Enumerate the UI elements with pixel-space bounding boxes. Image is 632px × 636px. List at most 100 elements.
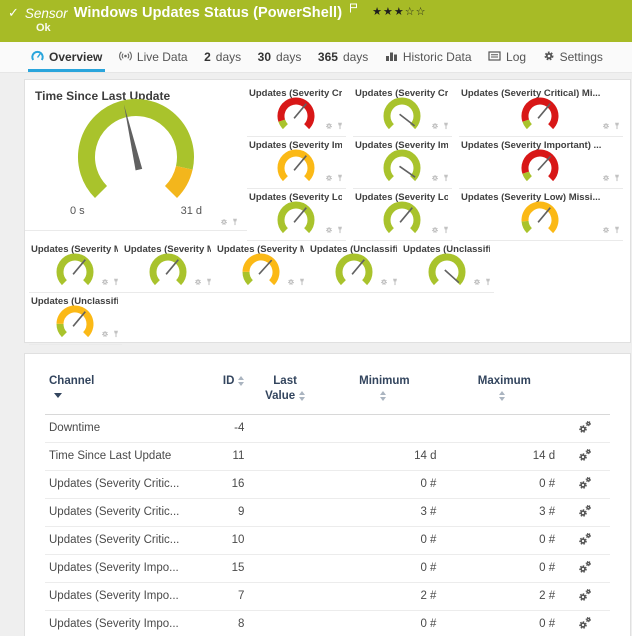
gauge-needle: [399, 114, 414, 126]
gauge-pin-icon[interactable]: [336, 169, 344, 187]
gauge-pin-icon[interactable]: [391, 273, 399, 291]
cell-maximum: 0 #: [440, 554, 559, 582]
edit-channel-icon[interactable]: [578, 420, 592, 437]
small-gauges-row: Updates (Unclassified) Missing: [25, 293, 630, 345]
gauge-gear-icon[interactable]: [380, 273, 388, 291]
cell-minimum: 3 #: [322, 498, 441, 526]
gauge-pin-icon[interactable]: [613, 221, 621, 239]
gauge: [424, 253, 470, 287]
gauge-gear-icon[interactable]: [101, 325, 109, 343]
edit-channel-icon[interactable]: [578, 532, 592, 549]
column-label: Maximum: [478, 374, 522, 404]
gauge-gear-icon[interactable]: [325, 117, 333, 135]
gauge-pin-icon[interactable]: [112, 273, 120, 291]
gear-icon: [543, 50, 555, 65]
cell-maximum: 3 #: [440, 498, 559, 526]
edit-channel-icon[interactable]: [578, 588, 592, 605]
column-header-channel[interactable]: Channel: [45, 370, 192, 414]
cell-minimum: 0 #: [322, 554, 441, 582]
gauge-gear-icon[interactable]: [220, 224, 228, 226]
gauge: [52, 253, 98, 287]
tab-30-days[interactable]: 30days: [255, 42, 305, 72]
tab-historic-data[interactable]: Historic Data: [382, 42, 475, 72]
edit-channel-icon[interactable]: [578, 504, 592, 521]
gauge-title: Updates (Severity Low) Hidden: [249, 192, 342, 203]
tab-settings[interactable]: Settings: [540, 42, 606, 72]
log-icon: [488, 50, 501, 65]
gauge-pin-icon[interactable]: [442, 117, 450, 135]
gauge-pin-icon[interactable]: [484, 273, 492, 291]
gauge-pin-icon[interactable]: [205, 273, 213, 291]
tab-2-days[interactable]: 2days: [201, 42, 244, 72]
gauge-gear-icon[interactable]: [287, 273, 295, 291]
column-header-maximum[interactable]: Maximum: [440, 370, 559, 414]
gauge-needle: [294, 208, 306, 223]
cell-maximum: 2 #: [440, 582, 559, 610]
cell-id: 16: [192, 470, 249, 498]
cell-channel[interactable]: Updates (Severity Critic...: [45, 526, 192, 554]
overview-gauges-panel: Time Since Last Update 0 s 31 d Updates …: [24, 79, 631, 343]
gauge-title: Updates (Severity Moderate) ...: [217, 244, 304, 255]
column-header-last-value[interactable]: Last Value: [248, 370, 321, 414]
gauge-pin-icon[interactable]: [336, 221, 344, 239]
channels-table-panel: ChannelIDLast ValueMinimum Maximum Downti…: [24, 353, 631, 636]
cell-last-value: [248, 610, 321, 636]
cell-maximum: 0 #: [440, 526, 559, 554]
gauge-gear-icon[interactable]: [431, 117, 439, 135]
gauge-gear-icon[interactable]: [602, 169, 610, 187]
cell-edit: [559, 498, 610, 526]
gauge-pin-icon[interactable]: [231, 224, 239, 226]
gauge-pin-icon[interactable]: [613, 117, 621, 135]
cell-last-value: [248, 414, 321, 442]
cell-channel[interactable]: Updates (Severity Critic...: [45, 470, 192, 498]
gauge-gear-icon[interactable]: [325, 169, 333, 187]
gauge-gear-icon[interactable]: [101, 273, 109, 291]
column-header-id[interactable]: ID: [192, 370, 249, 414]
cell-channel[interactable]: Time Since Last Update: [45, 442, 192, 470]
cell-maximum: 14 d: [440, 442, 559, 470]
edit-channel-icon[interactable]: [578, 476, 592, 493]
gauge-gear-icon[interactable]: [431, 169, 439, 187]
gauge-needle: [352, 260, 364, 275]
tab-label: Overview: [49, 50, 102, 64]
cell-channel[interactable]: Updates (Severity Impo...: [45, 554, 192, 582]
gauge-gear-icon[interactable]: [431, 221, 439, 239]
priority-stars[interactable]: ★★★☆☆: [372, 5, 426, 18]
gauge-gear-icon[interactable]: [325, 221, 333, 239]
gauge-gear-icon[interactable]: [473, 273, 481, 291]
gauge-pin-icon[interactable]: [613, 169, 621, 187]
gauge-gear-icon[interactable]: [602, 221, 610, 239]
gauge-gear-icon[interactable]: [194, 273, 202, 291]
sort-icon: [299, 391, 305, 401]
tab-overview[interactable]: Overview: [28, 42, 105, 72]
cell-channel[interactable]: Updates (Severity Impo...: [45, 610, 192, 636]
priority-flag-icon[interactable]: [349, 0, 358, 18]
tab-label: Historic Data: [403, 50, 472, 64]
column-header-minimum[interactable]: Minimum: [322, 370, 441, 414]
main-gauge: [35, 97, 237, 209]
tab-label: days: [343, 50, 368, 64]
cell-id: 10: [192, 526, 249, 554]
gauge-pin-icon[interactable]: [442, 169, 450, 187]
gauge-gear-icon[interactable]: [602, 117, 610, 135]
gauge-pin-icon[interactable]: [442, 221, 450, 239]
gauge-pin-icon[interactable]: [336, 117, 344, 135]
cell-channel[interactable]: Updates (Severity Critic...: [45, 498, 192, 526]
gauge-title: Updates (Severity Important) ...: [355, 140, 448, 151]
edit-channel-icon[interactable]: [578, 616, 592, 633]
gauge-pin-icon[interactable]: [112, 325, 120, 343]
gauge-scale-min: 0 s: [70, 205, 85, 217]
tab-num: 365: [318, 50, 338, 64]
chart-icon: [385, 50, 398, 65]
cell-channel[interactable]: Updates (Severity Impo...: [45, 582, 192, 610]
edit-channel-icon[interactable]: [578, 560, 592, 577]
gauge-icon: [31, 50, 44, 65]
tab-log[interactable]: Log: [485, 42, 529, 72]
status-badge: Ok: [36, 22, 622, 34]
tab-live-data[interactable]: Live Data: [116, 42, 191, 72]
cell-channel[interactable]: Downtime: [45, 414, 192, 442]
edit-channel-icon[interactable]: [578, 448, 592, 465]
gauge-pin-icon[interactable]: [298, 273, 306, 291]
tab-365-days[interactable]: 365 days: [315, 42, 371, 72]
cell-maximum: 0 #: [440, 610, 559, 636]
